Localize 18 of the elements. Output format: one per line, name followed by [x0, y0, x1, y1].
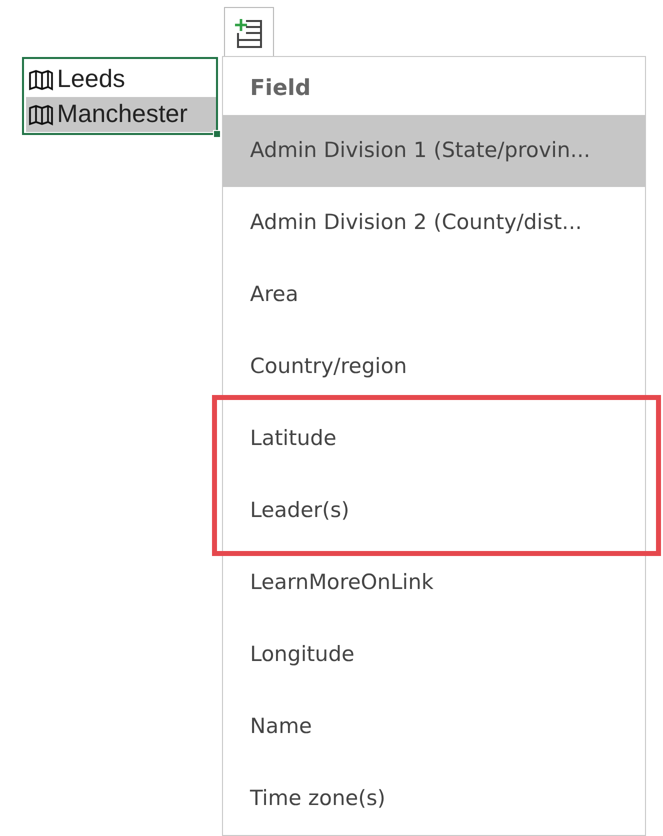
menu-item[interactable]: Admin Division 2 (County/dist... [223, 187, 645, 259]
menu-item[interactable]: Time zone(s) [223, 763, 645, 835]
menu-item[interactable]: Admin Division 1 (State/provin... [223, 115, 645, 187]
insert-data-button[interactable] [224, 7, 274, 57]
menu-item[interactable]: Area [223, 259, 645, 331]
menu-item[interactable]: Name [223, 691, 645, 763]
menu-header: Field [249, 75, 312, 103]
map-icon [28, 68, 54, 90]
cell-text: Manchester [57, 98, 188, 130]
menu-item[interactable]: Longitude [223, 619, 645, 691]
map-icon [28, 104, 54, 126]
fill-handle[interactable] [213, 130, 221, 138]
menu-item[interactable]: Leader(s) [223, 475, 645, 547]
cell-text: Leeds [57, 64, 126, 95]
menu-item[interactable]: LearnMoreOnLink [223, 547, 645, 619]
add-rows-icon [234, 16, 264, 48]
menu-item[interactable]: Latitude [223, 403, 645, 475]
menu-item[interactable]: Country/region [223, 331, 645, 403]
